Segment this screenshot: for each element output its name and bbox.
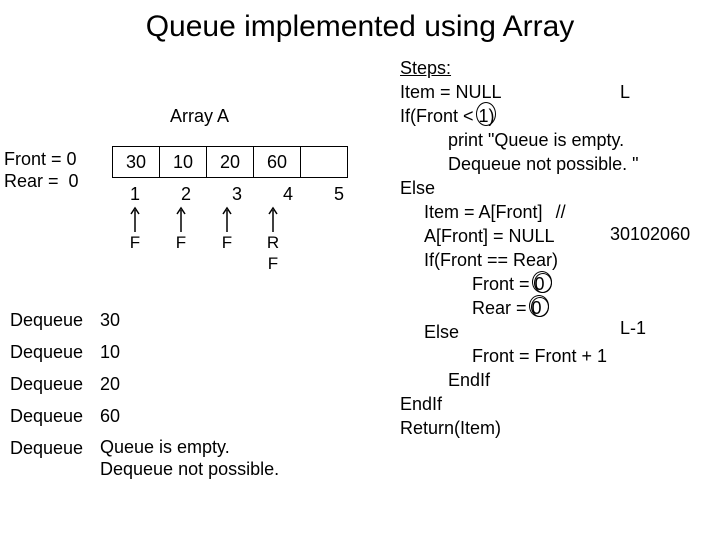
- index-row: 1 2 3 4 5: [112, 184, 362, 205]
- dequeue-value: 60: [100, 400, 120, 432]
- code-line: Else: [400, 320, 639, 344]
- dequeue-value: 30: [100, 304, 120, 336]
- array-cell: 10: [160, 147, 207, 178]
- code-line: Else: [400, 176, 639, 200]
- circled-value: 0: [535, 274, 545, 294]
- code-line: Return(Item): [400, 416, 639, 440]
- arrow-up-icon: [221, 206, 233, 234]
- pseudocode: Steps: Item = NULL If(Front < 1) print "…: [400, 56, 639, 440]
- array-cell: [301, 147, 348, 178]
- code-text: ): [489, 106, 495, 126]
- dequeue-label: Dequeue: [10, 304, 100, 336]
- code-line: Front = 0: [400, 272, 639, 296]
- dequeue-log: Dequeue30 Dequeue10 Dequeue20 Dequeue60 …: [10, 304, 279, 480]
- front-rear-indicator: Front = 0 Rear = 0: [4, 148, 79, 192]
- array-cell: 60: [254, 147, 301, 178]
- code-text: Front =: [472, 274, 535, 294]
- annotation-L: L: [620, 82, 630, 103]
- annotation-L-minus-1: L-1: [620, 318, 646, 339]
- code-line: Item = NULL: [400, 80, 639, 104]
- code-line: A[Front] = NULL: [400, 224, 639, 248]
- code-line: print "Queue is empty.: [400, 128, 639, 152]
- front-label: Front =: [4, 149, 62, 169]
- code-line: EndIf: [400, 392, 639, 416]
- front-value: 0: [67, 149, 77, 169]
- index-label: 2: [163, 184, 209, 205]
- code-comment-slashes: //: [556, 202, 566, 222]
- arrow-up-icon: [267, 206, 279, 234]
- steps-heading: Steps:: [400, 56, 639, 80]
- dequeue-empty-msg: Queue is empty.: [100, 437, 230, 457]
- slide-title: Queue implemented using Array: [0, 0, 720, 46]
- dequeue-label: Dequeue: [10, 336, 100, 368]
- pointer-label: F: [204, 234, 250, 252]
- slide-body: Array A Front = 0 Rear = 0 30 10 20 60 1…: [0, 46, 720, 526]
- code-line: If(Front < 1): [400, 104, 639, 128]
- circled-value: 1: [479, 106, 489, 126]
- code-line: If(Front == Rear): [400, 248, 639, 272]
- index-label: 3: [214, 184, 260, 205]
- index-label: 4: [265, 184, 311, 205]
- code-text: Rear =: [472, 298, 532, 318]
- dequeue-label: Dequeue: [10, 432, 100, 480]
- circled-value: 0: [532, 298, 542, 318]
- code-text: If(Front <: [400, 106, 479, 126]
- code-line: Item = A[Front] //: [400, 200, 639, 224]
- array-table: 30 10 20 60: [112, 146, 348, 178]
- code-text: Item = A[Front]: [424, 202, 543, 222]
- pointer-label: F: [112, 234, 158, 252]
- code-line: Front = Front + 1: [400, 344, 639, 368]
- dequeue-value: 10: [100, 336, 120, 368]
- index-label: 5: [316, 184, 362, 205]
- code-line: EndIf: [400, 368, 639, 392]
- code-line: Rear = 0: [400, 296, 639, 320]
- pointer-label: R: [250, 234, 296, 252]
- rear-label: Rear =: [4, 171, 59, 191]
- array-name-label: Array A: [170, 106, 229, 127]
- array-cell: 30: [113, 147, 160, 178]
- dequeue-empty-msg: Dequeue not possible.: [100, 459, 279, 479]
- arrow-up-icon: [175, 206, 187, 234]
- rear-value: 0: [69, 171, 79, 191]
- dequeue-label: Dequeue: [10, 400, 100, 432]
- pointer-label: F: [158, 234, 204, 252]
- dequeue-value: 20: [100, 368, 120, 400]
- code-line: Dequeue not possible. ": [400, 152, 639, 176]
- dequeue-label: Dequeue: [10, 368, 100, 400]
- annotation-values: 30102060: [610, 224, 690, 245]
- array-cell: 20: [207, 147, 254, 178]
- pointer-label: F: [250, 255, 296, 273]
- pointer-arrows-row: F F F R F: [112, 206, 342, 276]
- index-label: 1: [112, 184, 158, 205]
- arrow-up-icon: [129, 206, 141, 234]
